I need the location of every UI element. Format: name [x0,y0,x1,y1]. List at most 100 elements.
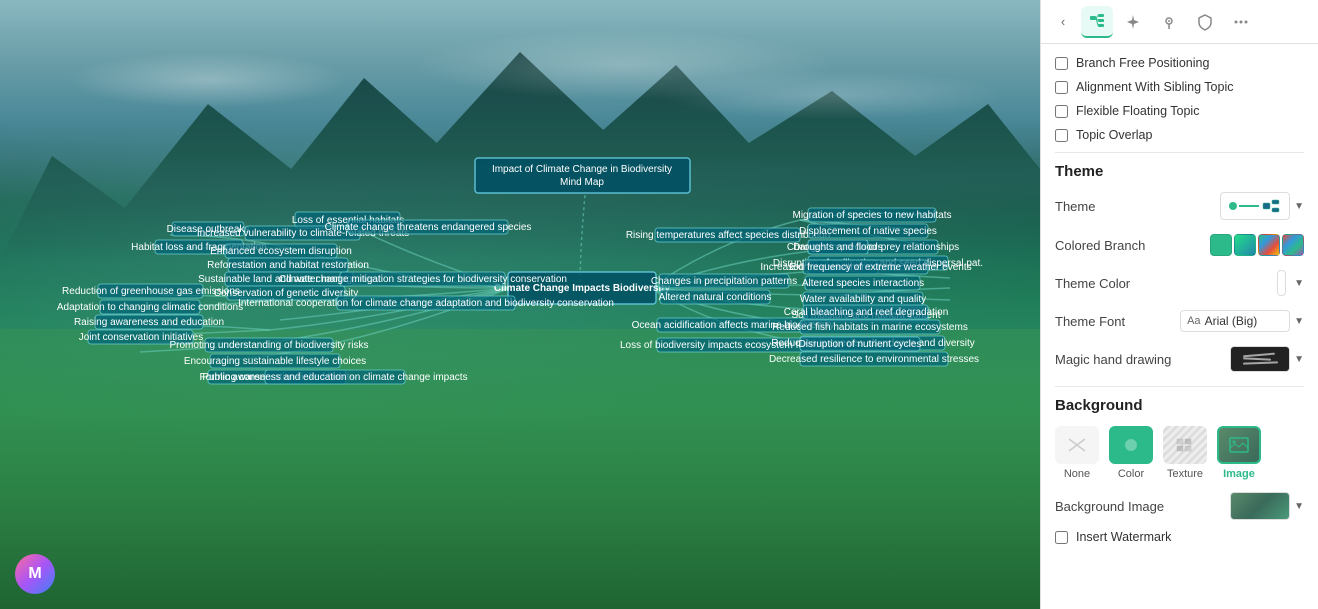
magic-hand-row: Magic hand drawing ▼ [1055,346,1304,372]
theme-font-control: Aa Arial (Big) ▼ [1180,310,1304,332]
svg-text:Promoting understanding of bio: Promoting understanding of biodiversity … [170,340,369,351]
svg-text:Encouraging sustainable lifest: Encouraging sustainable lifestyle choice… [184,356,366,367]
colored-branch-label: Colored Branch [1055,238,1145,253]
swatch-3[interactable] [1258,234,1280,256]
theme-font-row: Theme Font Aa Arial (Big) ▼ [1055,310,1304,332]
bg-image-control: ▼ [1230,492,1304,520]
bg-image-label: Background Image [1055,499,1164,514]
branch-free-label: Branch Free Positioning [1076,56,1209,70]
branch-swatches [1210,234,1304,256]
branch-free-checkbox[interactable] [1055,57,1068,70]
theme-row: Theme ▼ [1055,192,1304,220]
theme-color-dropdown[interactable]: ▼ [1294,278,1304,289]
right-panel: ‹ [1040,0,1318,609]
svg-text:Altered species interactions: Altered species interactions [802,278,924,289]
mindmap-svg[interactable]: Impact of Climate Change in Biodiversity… [0,0,1040,609]
bg-image-icon [1217,426,1261,464]
divider-2 [1055,386,1304,387]
toolbar-shield-btn[interactable] [1189,6,1221,38]
bg-none-label: None [1064,468,1090,480]
canvas-area[interactable]: Impact of Climate Change in Biodiversity… [0,0,1040,609]
flexible-floating-checkbox[interactable] [1055,105,1068,118]
panel-toolbar: ‹ [1041,0,1318,44]
magic-hand-preview[interactable] [1230,346,1290,372]
panel-content: Branch Free Positioning Alignment With S… [1041,44,1318,609]
collapse-button[interactable]: ‹ [1049,8,1077,36]
svg-text:International cooperation for: International cooperation for climate ch… [238,298,614,309]
svg-text:Climate change mitigation stra: Climate change mitigation strategies for… [279,274,567,285]
svg-text:Reduction of greenhouse gas em: Reduction of greenhouse gas emissions [62,286,240,297]
svg-text:Displacement of native species: Displacement of native species [799,226,937,237]
swatch-1[interactable] [1210,234,1232,256]
divider-1 [1055,152,1304,153]
theme-font-selector[interactable]: Aa Arial (Big) [1180,310,1290,332]
topic-overlap-row: Topic Overlap [1055,128,1304,142]
app-logo[interactable]: M [15,554,55,594]
svg-text:Reduced fish habitats in marin: Reduced fish habitats in marine ecosyste… [772,322,968,333]
svg-text:Coral bleaching and reef degra: Coral bleaching and reef degradation [784,307,949,318]
svg-text:Migration of species to new ha: Migration of species to new habitats [793,210,952,221]
topic-overlap-label: Topic Overlap [1076,128,1152,142]
bg-none-option[interactable]: None [1055,426,1099,480]
bg-none-icon [1055,426,1099,464]
theme-font-dropdown[interactable]: ▼ [1294,316,1304,327]
colored-branch-row: Colored Branch [1055,234,1304,256]
font-value: Arial (Big) [1205,314,1258,328]
theme-control: ▼ [1220,192,1304,220]
background-section-title: Background [1055,397,1304,414]
bg-color-option[interactable]: Color [1109,426,1153,480]
theme-color-control: ▼ [1277,270,1304,296]
magic-hand-control: ▼ [1230,346,1304,372]
bg-image-option[interactable]: Image [1217,426,1261,480]
bg-image-dropdown[interactable]: ▼ [1294,501,1304,512]
svg-text:Impact of Climate Change in Bi: Impact of Climate Change in Biodiversity [492,164,672,175]
toolbar-icons [1081,6,1310,38]
magic-hand-label: Magic hand drawing [1055,352,1171,367]
watermark-label: Insert Watermark [1076,530,1171,544]
theme-section-title: Theme [1055,163,1304,180]
alignment-sibling-label: Alignment With Sibling Topic [1076,80,1233,94]
bg-image-preview[interactable] [1230,492,1290,520]
svg-text:Droughts and floods: Droughts and floods [793,242,883,253]
theme-color-palette [1277,270,1286,296]
theme-preview-btn[interactable] [1220,192,1290,220]
branch-free-row: Branch Free Positioning [1055,56,1304,70]
alignment-sibling-checkbox[interactable] [1055,81,1068,94]
flexible-floating-row: Flexible Floating Topic [1055,104,1304,118]
theme-label: Theme [1055,199,1095,214]
svg-text:Adaptation to changing climati: Adaptation to changing climatic conditio… [57,302,243,313]
toolbar-structure-btn[interactable] [1081,6,1113,38]
theme-font-label: Theme Font [1055,314,1125,329]
toolbar-location-btn[interactable] [1153,6,1185,38]
svg-text:Disruption of nutrient cycles: Disruption of nutrient cycles [799,339,922,350]
magic-hand-dropdown[interactable]: ▼ [1294,354,1304,365]
svg-text:Raising awareness and educatio: Raising awareness and education [74,317,224,328]
svg-text:Enhanced ecosystem disruption: Enhanced ecosystem disruption [210,246,352,257]
flexible-floating-label: Flexible Floating Topic [1076,104,1199,118]
bg-image-row: Background Image ▼ [1055,492,1304,520]
watermark-row: Insert Watermark [1055,530,1304,544]
svg-text:Public awareness and education: Public awareness and education on climat… [202,372,467,383]
svg-text:Reforestation and habitat rest: Reforestation and habitat restoration [207,260,369,271]
svg-text:Water availability and quality: Water availability and quality [800,294,926,305]
background-options: None Color [1055,426,1304,480]
theme-dropdown-arrow[interactable]: ▼ [1294,201,1304,212]
theme-color-row: Theme Color ▼ [1055,270,1304,296]
font-aa-icon: Aa [1187,315,1200,327]
theme-color-label: Theme Color [1055,276,1130,291]
swatch-2[interactable] [1234,234,1256,256]
bg-texture-label: Texture [1167,468,1203,480]
watermark-checkbox[interactable] [1055,531,1068,544]
svg-text:Decreased resilience to enviro: Decreased resilience to environmental st… [769,354,979,365]
toolbar-more-btn[interactable] [1225,6,1257,38]
bg-color-label: Color [1118,468,1144,480]
bg-texture-icon [1163,426,1207,464]
topic-overlap-checkbox[interactable] [1055,129,1068,142]
toolbar-sparkle-btn[interactable] [1117,6,1149,38]
svg-text:Increased frequency of extreme: Increased frequency of extreme weather e… [760,262,971,273]
bg-color-icon [1109,426,1153,464]
bg-image-label-opt: Image [1223,468,1255,480]
bg-texture-option[interactable]: Texture [1163,426,1207,480]
alignment-sibling-row: Alignment With Sibling Topic [1055,80,1304,94]
swatch-4[interactable] [1282,234,1304,256]
